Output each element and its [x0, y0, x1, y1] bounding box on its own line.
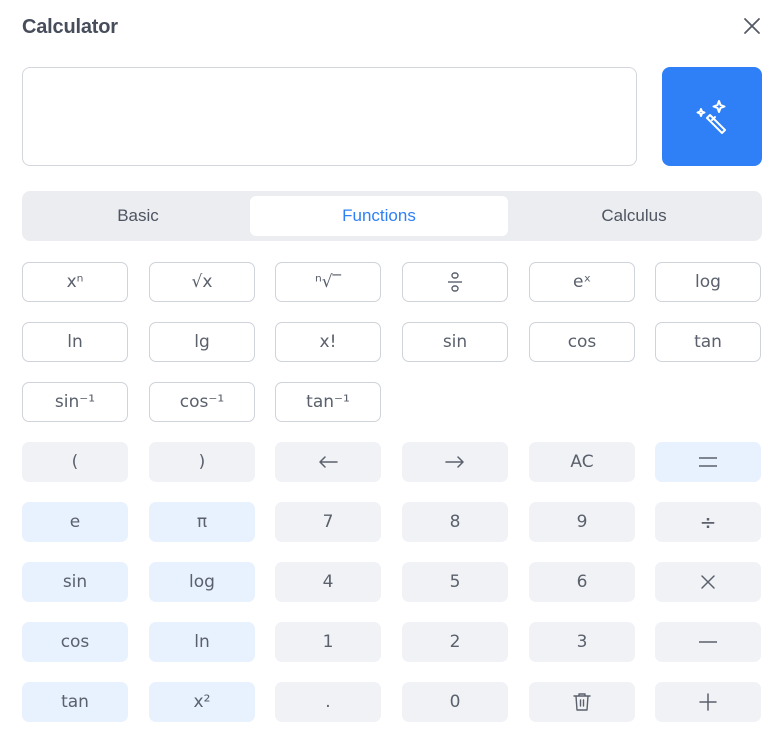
log-quick-key[interactable]: log	[149, 562, 255, 602]
ln-quick-key[interactable]: ln	[149, 622, 255, 662]
tan-fn-key[interactable]: tan	[655, 322, 761, 362]
clear-key[interactable]	[529, 682, 635, 722]
digit-7-key[interactable]: 7	[275, 502, 381, 542]
app-title: Calculator	[22, 16, 118, 38]
multiply-icon	[701, 575, 715, 589]
digit-6-key[interactable]: 6	[529, 562, 635, 602]
add-key[interactable]	[655, 682, 761, 722]
digit-8-key[interactable]: 8	[402, 502, 508, 542]
exp-key[interactable]: eˣ	[529, 262, 635, 302]
magic-solve-button[interactable]	[662, 67, 762, 166]
cursor-left-key[interactable]	[275, 442, 381, 482]
sin-key[interactable]: sin	[22, 562, 128, 602]
trash-icon	[573, 693, 591, 711]
nth-root-key[interactable]: ⁿ√‾	[275, 262, 381, 302]
digit-0-key[interactable]: 0	[402, 682, 508, 722]
magic-wand-icon	[696, 99, 726, 134]
pi-key[interactable]: π	[149, 502, 255, 542]
tan-key[interactable]: tan	[22, 682, 128, 722]
open-paren-key[interactable]: (	[22, 442, 128, 482]
multiply-key[interactable]	[655, 562, 761, 602]
close-icon	[744, 18, 760, 34]
cos-key[interactable]: cos	[22, 622, 128, 662]
arrow-right-icon	[445, 456, 464, 468]
square-key[interactable]: x²	[149, 682, 255, 722]
arctan-key[interactable]: tan⁻¹	[275, 382, 381, 422]
plus-icon	[699, 693, 717, 711]
sqrt-key[interactable]: √x	[149, 262, 255, 302]
arcsin-key[interactable]: sin⁻¹	[22, 382, 128, 422]
digit-9-key[interactable]: 9	[529, 502, 635, 542]
digit-4-key[interactable]: 4	[275, 562, 381, 602]
digit-5-key[interactable]: 5	[402, 562, 508, 602]
power-key[interactable]: xⁿ	[22, 262, 128, 302]
arrow-left-icon	[319, 456, 338, 468]
euler-key[interactable]: e	[22, 502, 128, 542]
lg-key[interactable]: lg	[149, 322, 255, 362]
close-paren-key[interactable]: )	[149, 442, 255, 482]
tab-basic[interactable]: Basic	[28, 196, 248, 236]
cursor-right-key[interactable]	[402, 442, 508, 482]
cos-fn-key[interactable]: cos	[529, 322, 635, 362]
tab-functions[interactable]: Functions	[250, 196, 508, 236]
log-key[interactable]: log	[655, 262, 761, 302]
digit-3-key[interactable]: 3	[529, 622, 635, 662]
subtract-key[interactable]	[655, 622, 761, 662]
digit-1-key[interactable]: 1	[275, 622, 381, 662]
all-clear-key[interactable]: AC	[529, 442, 635, 482]
arccos-key[interactable]: cos⁻¹	[149, 382, 255, 422]
divide-key[interactable]: ÷	[655, 502, 761, 542]
tab-calculus[interactable]: Calculus	[512, 196, 756, 236]
ln-key[interactable]: ln	[22, 322, 128, 362]
fraction-icon	[448, 272, 462, 292]
equals-icon	[699, 457, 717, 467]
expression-input[interactable]	[22, 67, 637, 166]
factorial-key[interactable]: x!	[275, 322, 381, 362]
decimal-point-key[interactable]: .	[275, 682, 381, 722]
close-button[interactable]	[740, 14, 764, 38]
mode-tabs: Basic Functions Calculus	[22, 191, 762, 241]
equals-key[interactable]	[655, 442, 761, 482]
digit-2-key[interactable]: 2	[402, 622, 508, 662]
fraction-key[interactable]	[402, 262, 508, 302]
minus-icon	[699, 641, 717, 643]
sin-fn-key[interactable]: sin	[402, 322, 508, 362]
